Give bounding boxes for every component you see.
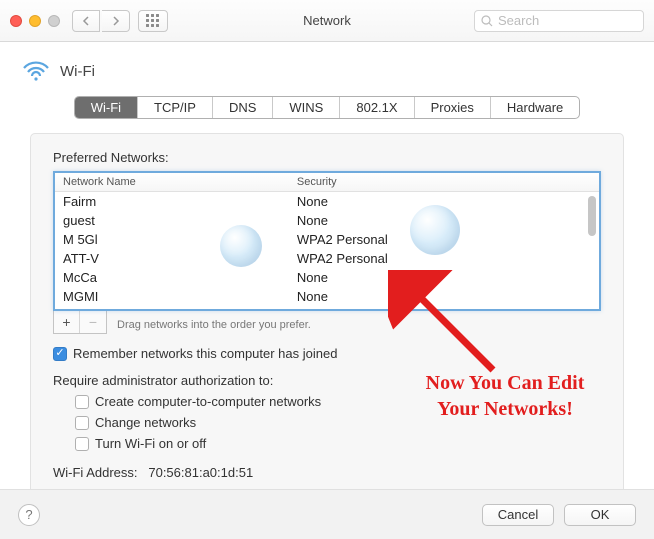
search-placeholder: Search bbox=[498, 13, 539, 28]
forward-button[interactable] bbox=[102, 10, 130, 32]
table-body[interactable]: FairmNone guestNone M 5GlWPA2 Personal A… bbox=[55, 192, 599, 307]
drag-hint: Drag networks into the order you prefer. bbox=[117, 315, 311, 331]
nav-button-group bbox=[72, 10, 130, 32]
wifi-address-row: Wi-Fi Address: 70:56:81:a0:1d:51 bbox=[53, 465, 601, 480]
admin-create-row[interactable]: Create computer-to-computer networks bbox=[75, 394, 601, 409]
table-row[interactable]: guestNone bbox=[55, 211, 599, 230]
tab-tcpip[interactable]: TCP/IP bbox=[138, 97, 213, 118]
table-row[interactable]: MGMINone bbox=[55, 287, 599, 306]
table-row[interactable]: M 5GlWPA2 Personal bbox=[55, 230, 599, 249]
traffic-lights bbox=[10, 15, 60, 27]
admin-toggle-label: Turn Wi-Fi on or off bbox=[95, 436, 206, 451]
table-header: Network Name Security bbox=[55, 173, 599, 192]
pane-header: Wi-Fi bbox=[22, 60, 632, 82]
help-button[interactable]: ? bbox=[18, 504, 40, 526]
search-field[interactable]: Search bbox=[474, 10, 644, 32]
table-row[interactable]: FairmNone bbox=[55, 192, 599, 211]
admin-create-checkbox[interactable] bbox=[75, 395, 89, 409]
admin-toggle-checkbox[interactable] bbox=[75, 437, 89, 451]
tab-bar: Wi-Fi TCP/IP DNS WINS 802.1X Proxies Har… bbox=[22, 96, 632, 119]
window-toolbar: Network Search bbox=[0, 0, 654, 42]
networks-table[interactable]: Network Name Security FairmNone guestNon… bbox=[53, 171, 601, 311]
remember-networks-label: Remember networks this computer has join… bbox=[73, 346, 337, 361]
cancel-button[interactable]: Cancel bbox=[482, 504, 554, 526]
tab-wifi[interactable]: Wi-Fi bbox=[75, 97, 138, 118]
wifi-address-label: Wi-Fi Address: bbox=[53, 465, 138, 480]
preferred-networks-label: Preferred Networks: bbox=[53, 150, 601, 165]
remember-networks-checkbox[interactable] bbox=[53, 347, 67, 361]
admin-toggle-row[interactable]: Turn Wi-Fi on or off bbox=[75, 436, 601, 451]
admin-create-label: Create computer-to-computer networks bbox=[95, 394, 321, 409]
search-icon bbox=[481, 15, 493, 27]
back-button[interactable] bbox=[72, 10, 100, 32]
grid-icon bbox=[146, 14, 160, 28]
content-area: Wi-Fi Wi-Fi TCP/IP DNS WINS 802.1X Proxi… bbox=[0, 42, 654, 495]
wifi-address-value: 70:56:81:a0:1d:51 bbox=[148, 465, 253, 480]
tab-wins[interactable]: WINS bbox=[273, 97, 340, 118]
minimize-window-button[interactable] bbox=[29, 15, 41, 27]
ok-button[interactable]: OK bbox=[564, 504, 636, 526]
admin-change-row[interactable]: Change networks bbox=[75, 415, 601, 430]
tab-dns[interactable]: DNS bbox=[213, 97, 273, 118]
close-window-button[interactable] bbox=[10, 15, 22, 27]
remove-network-button[interactable]: − bbox=[80, 311, 106, 333]
table-row[interactable]: ATT-VWPA2 Personal bbox=[55, 249, 599, 268]
table-footer: + − Drag networks into the order you pre… bbox=[53, 311, 601, 334]
admin-change-label: Change networks bbox=[95, 415, 196, 430]
wifi-icon bbox=[22, 60, 50, 82]
scrollbar-thumb[interactable] bbox=[588, 196, 596, 236]
bottom-bar: ? Cancel OK bbox=[0, 489, 654, 539]
pane-title: Wi-Fi bbox=[60, 63, 95, 80]
table-row[interactable]: McCaNone bbox=[55, 268, 599, 287]
tab-hardware[interactable]: Hardware bbox=[491, 97, 579, 118]
tab-proxies[interactable]: Proxies bbox=[415, 97, 491, 118]
tab-8021x[interactable]: 802.1X bbox=[340, 97, 414, 118]
remember-networks-row[interactable]: Remember networks this computer has join… bbox=[53, 346, 601, 361]
admin-auth-heading: Require administrator authorization to: bbox=[53, 373, 601, 388]
zoom-window-button[interactable] bbox=[48, 15, 60, 27]
settings-panel: Preferred Networks: Network Name Securit… bbox=[30, 133, 624, 495]
show-all-button[interactable] bbox=[138, 10, 168, 32]
add-network-button[interactable]: + bbox=[54, 311, 80, 333]
col-header-security[interactable]: Security bbox=[289, 176, 599, 188]
col-header-name[interactable]: Network Name bbox=[55, 176, 289, 188]
admin-change-checkbox[interactable] bbox=[75, 416, 89, 430]
